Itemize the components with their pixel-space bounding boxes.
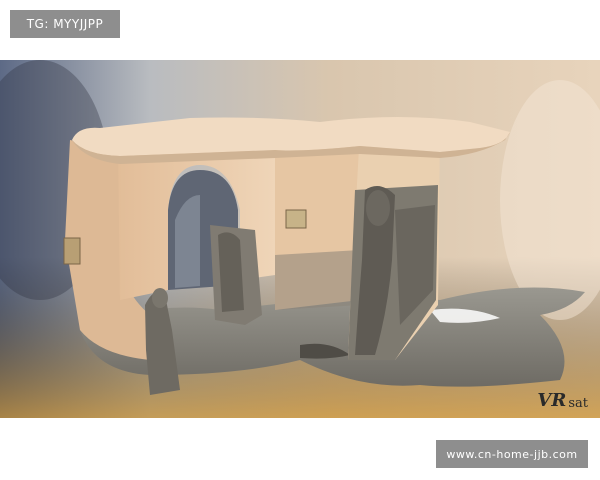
scene-illustration <box>0 60 600 418</box>
bottom-url-text: www.cn-home-jjb.com <box>446 447 578 461</box>
bottom-url-badge: www.cn-home-jjb.com <box>436 440 588 468</box>
top-label-badge: TG: MYYJJPP <box>10 10 120 38</box>
scene-photo: VR sat <box>0 60 600 418</box>
watermark-mark: VR <box>537 390 567 411</box>
watermark-text: sat <box>568 396 588 411</box>
vrsat-watermark: VR sat <box>537 390 588 411</box>
top-label-text: TG: MYYJJPP <box>26 17 104 31</box>
